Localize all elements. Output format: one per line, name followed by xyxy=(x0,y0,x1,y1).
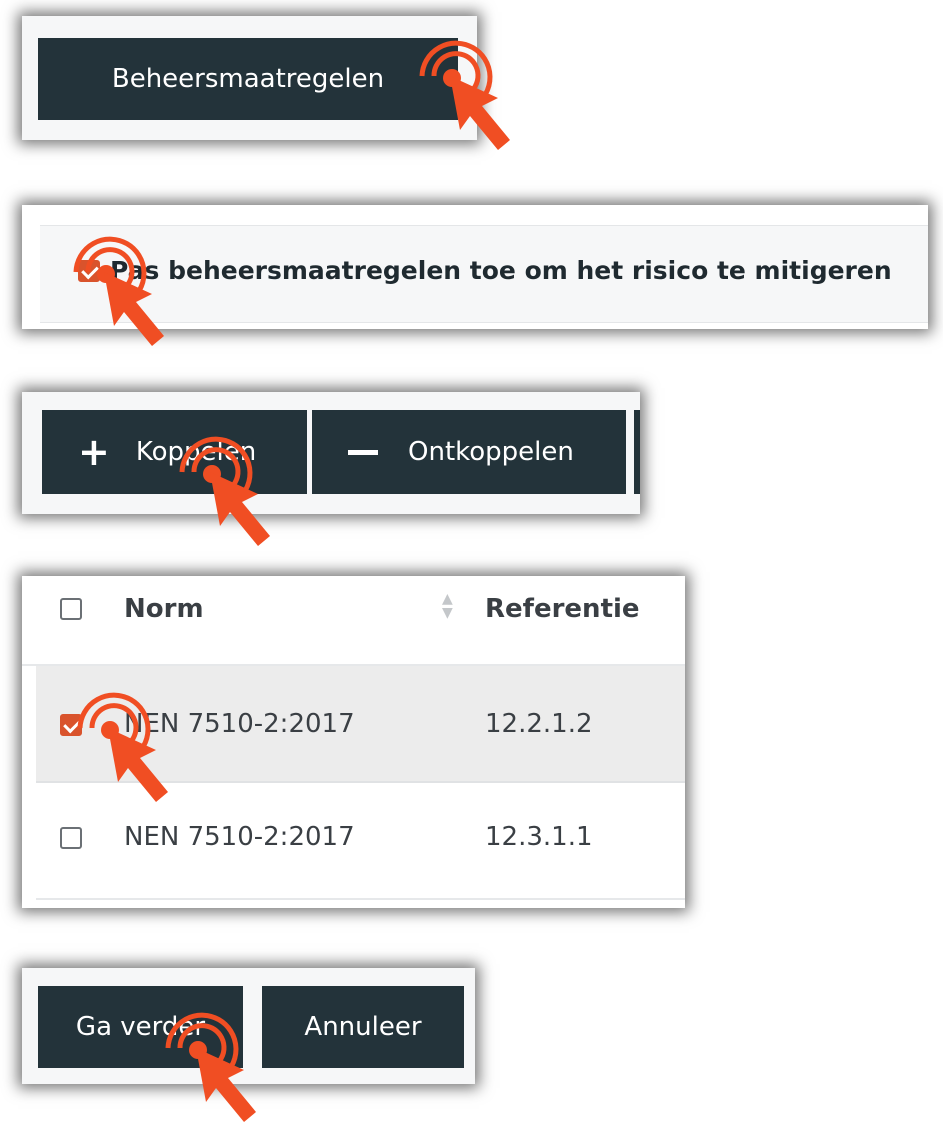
sort-icon[interactable]: ▲ ▼ xyxy=(442,592,453,620)
beheersmaatregelen-label: Beheersmaatregelen xyxy=(111,64,385,94)
column-header-referentie[interactable]: Referentie xyxy=(485,594,640,624)
apply-measures-checkbox[interactable] xyxy=(78,260,100,282)
row-checkbox[interactable] xyxy=(60,714,82,736)
step4-panel: Norm ▲ ▼ Referentie NEN 7510-2:2017 12.2.… xyxy=(22,576,685,908)
ontkoppelen-button[interactable]: Ontkoppelen xyxy=(312,410,626,494)
koppelen-button[interactable]: + Koppelen xyxy=(42,410,307,494)
row-referentie: 12.3.1.1 xyxy=(485,822,593,852)
ga-verder-button[interactable]: Ga verder xyxy=(38,986,243,1068)
annuleer-label: Annuleer xyxy=(304,1012,422,1042)
column-header-norm[interactable]: Norm xyxy=(124,594,204,624)
table-header: Norm ▲ ▼ Referentie xyxy=(22,576,685,666)
plus-icon: + xyxy=(78,430,110,474)
toolbar-next-button-edge xyxy=(634,410,640,494)
row-referentie: 12.2.1.2 xyxy=(485,709,593,739)
step1-panel: Beheersmaatregelen xyxy=(22,16,477,140)
step2-panel: Pas beheersmaatregelen toe om het risico… xyxy=(22,205,928,329)
koppelen-label: Koppelen xyxy=(135,437,257,467)
row-checkbox[interactable] xyxy=(60,827,82,849)
row-norm: NEN 7510-2:2017 xyxy=(124,822,355,852)
row-norm: NEN 7510-2:2017 xyxy=(124,709,355,739)
risk-mitigation-row: Pas beheersmaatregelen toe om het risico… xyxy=(40,225,928,323)
ga-verder-label: Ga verder xyxy=(75,1012,206,1042)
step3-panel: + Koppelen Ontkoppelen xyxy=(22,392,640,514)
select-all-checkbox[interactable] xyxy=(60,598,82,620)
step5-panel: Ga verder Annuleer xyxy=(22,968,475,1084)
ontkoppelen-label: Ontkoppelen xyxy=(408,437,574,467)
apply-measures-label: Pas beheersmaatregelen toe om het risico… xyxy=(110,256,892,285)
annuleer-button[interactable]: Annuleer xyxy=(262,986,464,1068)
beheersmaatregelen-button[interactable]: Beheersmaatregelen xyxy=(38,38,458,120)
minus-icon xyxy=(348,449,378,455)
table-row[interactable]: NEN 7510-2:2017 12.3.1.1 xyxy=(36,783,685,900)
table-row[interactable]: NEN 7510-2:2017 12.2.1.2 xyxy=(36,666,685,783)
